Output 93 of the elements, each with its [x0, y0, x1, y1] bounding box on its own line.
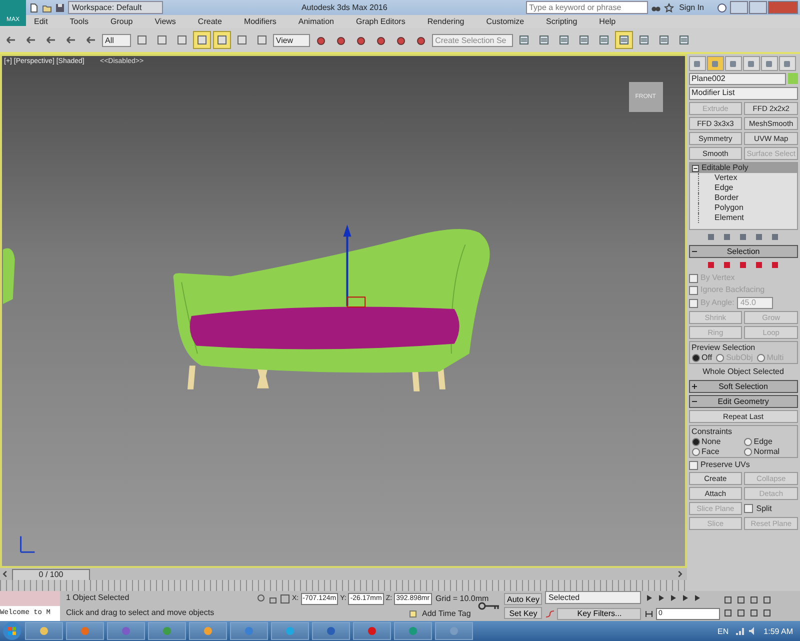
radio-button[interactable]: [756, 354, 765, 362]
radio-button[interactable]: [692, 438, 700, 446]
panel-tab[interactable]: [706, 56, 724, 71]
play-icon[interactable]: [668, 593, 678, 603]
sub-object-item[interactable]: Edge: [698, 183, 797, 193]
checkbox[interactable]: [688, 298, 698, 308]
sub-object-item[interactable]: Vertex: [698, 173, 797, 183]
key-icon[interactable]: [477, 600, 501, 612]
language-indicator[interactable]: EN: [714, 626, 732, 636]
selection-info: 1 Object Selected: [65, 592, 130, 604]
window-title: Autodesk 3ds Max 2016: [300, 3, 388, 12]
partial-sofa-drawing: [2, 248, 15, 304]
menu-item[interactable]: Help: [599, 17, 616, 26]
selection-status: Whole Object Selected: [702, 366, 785, 378]
radio-label: None: [702, 437, 721, 446]
toolbar-button[interactable]: [615, 31, 634, 49]
modifier-list-dropdown[interactable]: Modifier List: [688, 87, 798, 100]
object-color-swatch[interactable]: [788, 73, 798, 84]
checkbox[interactable]: [688, 460, 698, 470]
selection-filter-dropdown[interactable]: All: [102, 34, 131, 46]
menu-item[interactable]: Scripting: [546, 17, 578, 26]
grid-size: Grid = 10.0mm: [434, 594, 489, 603]
star-icon[interactable]: [664, 2, 674, 12]
radio-button[interactable]: [716, 354, 724, 362]
collapse-sign-icon[interactable]: [692, 249, 697, 254]
radio-button[interactable]: [744, 448, 752, 456]
folder-icon[interactable]: [42, 2, 52, 12]
taskbar-button[interactable]: [312, 622, 350, 640]
menu-item[interactable]: Customize: [486, 17, 524, 26]
radio-label: Edge: [754, 437, 772, 446]
auto-key-button[interactable]: Auto Key: [504, 593, 542, 605]
collapse-sign-icon[interactable]: [692, 399, 697, 404]
radio-button[interactable]: [744, 438, 752, 446]
panel-tab[interactable]: [688, 56, 706, 71]
reference-coordinate-dropdown[interactable]: View: [272, 34, 310, 46]
minimize-button[interactable]: [730, 1, 748, 14]
prompt-text: Click and drag to select and move objects: [65, 607, 216, 619]
menu-item[interactable]: Create: [198, 17, 222, 26]
panel-tab[interactable]: [760, 56, 778, 71]
clock[interactable]: 1:59 AM: [760, 626, 796, 636]
checkbox-label: Preserve UVs: [700, 460, 750, 470]
undo-icon: [5, 34, 17, 46]
checkbox[interactable]: [688, 274, 698, 282]
menu-item[interactable]: Modifiers: [244, 17, 276, 26]
sub-object-item[interactable]: Element: [698, 213, 797, 223]
menu-item[interactable]: Tools: [70, 17, 88, 26]
menu-item[interactable]: Views: [154, 17, 176, 26]
tangent-icon[interactable]: [545, 608, 556, 618]
group-title: Constraints: [692, 427, 734, 436]
axis-tripod-icon: [20, 536, 36, 553]
workspace-dropdown[interactable]: Workspace: Default: [68, 1, 163, 14]
set-key-button[interactable]: Set Key: [504, 607, 542, 619]
radio-button[interactable]: [692, 448, 700, 456]
menu-item[interactable]: Edit: [34, 17, 48, 26]
group-title: Preview Selection: [692, 343, 756, 352]
save-icon[interactable]: [55, 2, 65, 12]
key-filters-button[interactable]: Key Filters...: [557, 608, 642, 620]
panel-tab[interactable]: [778, 56, 796, 71]
panel-tab[interactable]: [742, 56, 760, 71]
new-file-icon[interactable]: [29, 2, 39, 12]
network-icon[interactable]: [734, 626, 745, 636]
key-mode-dropdown[interactable]: Selected: [545, 591, 642, 604]
taskbar-button[interactable]: [25, 622, 63, 640]
menu-item[interactable]: Graph Editors: [356, 17, 406, 26]
checkbox[interactable]: [688, 286, 698, 294]
checkbox-label: Split: [756, 504, 772, 514]
expand-sign-icon[interactable]: [692, 384, 697, 389]
maximize-button[interactable]: [749, 1, 767, 14]
add-time-tag[interactable]: Add Time Tag: [420, 609, 471, 618]
object-name-field[interactable]: Plane002: [688, 73, 786, 85]
search-field[interactable]: Type a keyword or phrase: [526, 1, 648, 14]
track-bar[interactable]: [0, 580, 687, 591]
menu-item[interactable]: Rendering: [427, 17, 464, 26]
help-icon[interactable]: [717, 2, 727, 12]
radio-label: Off: [702, 353, 712, 362]
menu-item[interactable]: Animation: [298, 17, 334, 26]
sub-object-item[interactable]: Polygon: [698, 203, 797, 213]
toolbar-button[interactable]: [212, 31, 231, 49]
menu-item[interactable]: Group: [110, 17, 133, 26]
checkbox[interactable]: [744, 504, 754, 513]
radio-button[interactable]: [692, 354, 700, 362]
toolbar-button[interactable]: [192, 31, 211, 49]
radio-label: Face: [702, 447, 720, 456]
expand-toggle-icon[interactable]: [692, 164, 699, 172]
tag-icon[interactable]: [408, 608, 418, 618]
start-button[interactable]: [2, 621, 22, 641]
radio-label: Normal: [754, 447, 780, 456]
sign-in-link[interactable]: Sign In: [677, 3, 714, 12]
key-mode-icon[interactable]: [644, 609, 654, 619]
time-slider-thumb[interactable]: 0 / 100: [12, 569, 90, 581]
move-gizmo[interactable]: [343, 224, 366, 308]
sub-object-item[interactable]: Border: [698, 193, 797, 203]
panel-tab[interactable]: [724, 56, 742, 71]
